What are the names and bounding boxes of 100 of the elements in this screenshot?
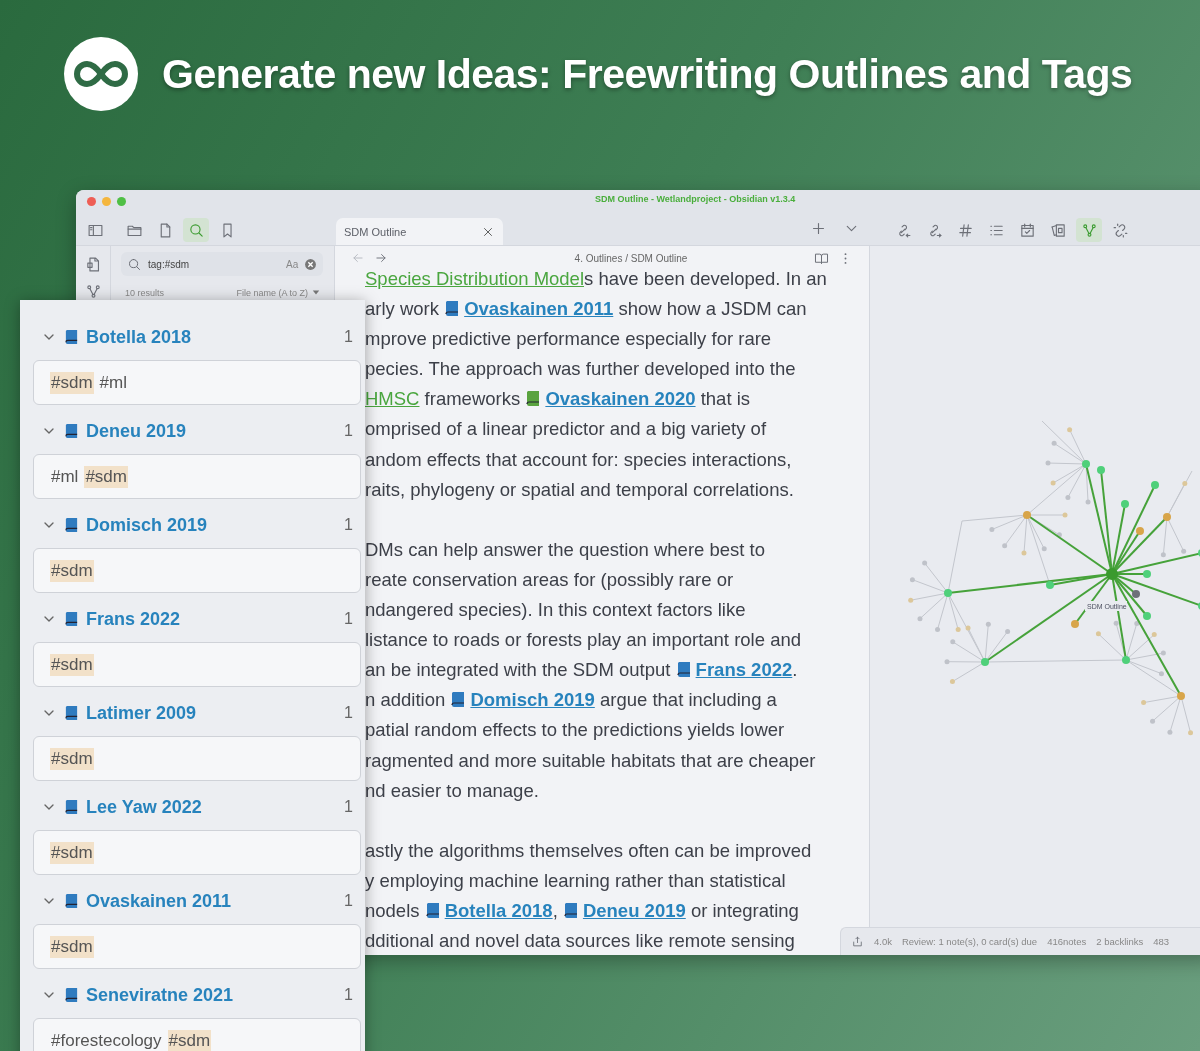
result-header[interactable]: Frans 2022 1 xyxy=(33,596,361,642)
branch-icon[interactable] xyxy=(84,283,102,300)
graph-node[interactable] xyxy=(1143,612,1151,620)
citation-link[interactable]: Ovaskainen 2020 xyxy=(545,388,696,410)
citation-link[interactable]: Domisch 2019 xyxy=(470,689,595,711)
upload-icon[interactable] xyxy=(851,935,864,948)
tag: #sdm xyxy=(50,371,94,394)
graph-node[interactable] xyxy=(1106,568,1118,580)
book-icon xyxy=(424,901,441,920)
graph-node[interactable] xyxy=(1071,620,1079,628)
tag: #sdm xyxy=(50,747,94,770)
search-icon xyxy=(127,256,142,272)
tag: #sdm xyxy=(50,559,94,582)
graph-node[interactable] xyxy=(1136,527,1144,535)
graph-node[interactable] xyxy=(1177,692,1185,700)
note-tab[interactable]: SDM Outline xyxy=(336,218,503,245)
forward-arrow-icon[interactable] xyxy=(374,251,388,265)
tag: #sdm xyxy=(50,653,94,676)
citation-link[interactable]: Deneu 2019 xyxy=(582,899,686,921)
note-link[interactable]: HMSC xyxy=(365,388,420,410)
paragraph-line: n addition Domisch 2019 argue that including a xyxy=(365,688,777,713)
graph-node[interactable] xyxy=(1143,570,1151,578)
clear-icon[interactable] xyxy=(304,257,318,271)
result-card[interactable]: #sdm xyxy=(33,642,361,687)
tag: #sdm xyxy=(167,1029,212,1051)
paragraph-line: andom effects that account for: species interactions, xyxy=(365,447,792,472)
tag: #sdm xyxy=(50,841,94,864)
status-item: 483 xyxy=(1153,936,1170,947)
close-dot-icon[interactable] xyxy=(87,196,96,206)
book-icon xyxy=(64,704,79,722)
paragraph-line: astly the algorithms themselves often can be improved xyxy=(365,838,812,863)
result-card[interactable]: #sdm #ml xyxy=(33,360,361,405)
minimize-dot-icon[interactable] xyxy=(102,196,111,206)
graph-node[interactable] xyxy=(1122,656,1130,664)
tag: #sdm xyxy=(50,935,94,958)
result-card[interactable]: #forestecology #sdm xyxy=(33,1018,361,1051)
status-item: Review: 1 note(s), 0 card(s) due xyxy=(901,936,1038,947)
result-header[interactable]: Botella 2018 1 xyxy=(33,314,361,360)
tag: #ml xyxy=(50,465,80,488)
graph-node[interactable] xyxy=(1046,581,1054,589)
plus-icon[interactable] xyxy=(810,220,827,237)
graph-node[interactable] xyxy=(944,589,952,597)
result-card[interactable]: #sdm xyxy=(33,548,361,593)
graph-node[interactable] xyxy=(1082,460,1090,468)
match-count: 1 xyxy=(344,328,353,346)
paragraph-line: dditional and novel data sources like remote sensing xyxy=(365,929,795,954)
match-count: 1 xyxy=(344,798,353,816)
graph-node[interactable] xyxy=(1163,513,1171,521)
sort-dropdown[interactable]: File name (A to Z) xyxy=(236,288,320,298)
paragraph-line: pecies. The approach was further developed into the xyxy=(365,357,796,382)
book-icon xyxy=(444,300,461,319)
book-icon xyxy=(64,986,79,1004)
graph-node[interactable] xyxy=(1023,511,1031,519)
paragraph-line: mprove predictive performance especially for rare xyxy=(365,327,772,352)
book-icon xyxy=(64,328,79,346)
result-card[interactable]: #ml #sdm xyxy=(33,454,361,499)
zoom-dot-icon[interactable] xyxy=(117,196,126,206)
back-arrow-icon[interactable] xyxy=(351,251,365,265)
book-icon xyxy=(64,516,79,534)
result-header[interactable]: Ovaskainen 2011 1 xyxy=(33,878,361,924)
tag: #forestecology xyxy=(50,1029,163,1051)
citation-link[interactable]: Ovaskainen 2011 xyxy=(464,298,614,320)
graph-icon[interactable] xyxy=(1076,218,1102,242)
result-header[interactable]: Seneviratne 2021 1 xyxy=(33,972,361,1018)
graph-node[interactable] xyxy=(1132,590,1140,598)
result-header[interactable]: Lee Yaw 2022 1 xyxy=(33,784,361,830)
graph-node[interactable] xyxy=(1121,500,1129,508)
book-icon xyxy=(64,422,79,440)
paragraph-line: an be integrated with the SDM output Frans 2022. xyxy=(365,658,798,683)
logo-icon xyxy=(64,37,138,111)
citation-link[interactable]: Frans 2022 xyxy=(695,659,793,681)
caret-icon xyxy=(312,288,320,296)
note-link[interactable]: Species Distribution Model xyxy=(365,268,585,289)
result-header[interactable]: Deneu 2019 1 xyxy=(33,408,361,454)
search-icon[interactable] xyxy=(183,218,209,242)
result-header[interactable]: Domisch 2019 1 xyxy=(33,502,361,548)
match-count: 1 xyxy=(344,422,353,440)
open-book-icon[interactable] xyxy=(814,250,829,266)
paragraph-line: omprised of a linear predictor and a big variety of xyxy=(365,417,767,442)
result-card[interactable]: #sdm xyxy=(33,736,361,781)
result-header[interactable]: Latimer 2009 1 xyxy=(33,690,361,736)
book-icon xyxy=(562,901,579,920)
match-case-toggle[interactable]: Aa xyxy=(286,258,299,270)
status-item: 4.0k xyxy=(874,936,892,947)
status-item: 416notes xyxy=(1047,936,1087,947)
paragraph-line: nodels Botella 2018, Deneu 2019 or integrating xyxy=(365,898,799,923)
search-field[interactable]: tag:#sdm Aa xyxy=(121,252,324,276)
graph-node[interactable] xyxy=(1097,466,1105,474)
result-card[interactable]: #sdm xyxy=(33,924,361,969)
result-card[interactable]: #sdm xyxy=(33,830,361,875)
book-icon xyxy=(64,798,79,816)
book-icon xyxy=(64,892,79,910)
graph-node[interactable] xyxy=(1151,481,1159,489)
citation-link[interactable]: Botella 2018 xyxy=(444,899,553,921)
paragraph-line: DMs can help answer the question where best to xyxy=(365,537,766,562)
paragraph-line: nd easier to manage. xyxy=(365,778,539,803)
graph-node[interactable] xyxy=(981,658,989,666)
file-icon[interactable] xyxy=(84,256,102,273)
paragraph-line: y employing machine learning rather than statistical xyxy=(365,868,786,893)
paragraph-line: listance to roads or forests play an important role and xyxy=(365,628,801,653)
